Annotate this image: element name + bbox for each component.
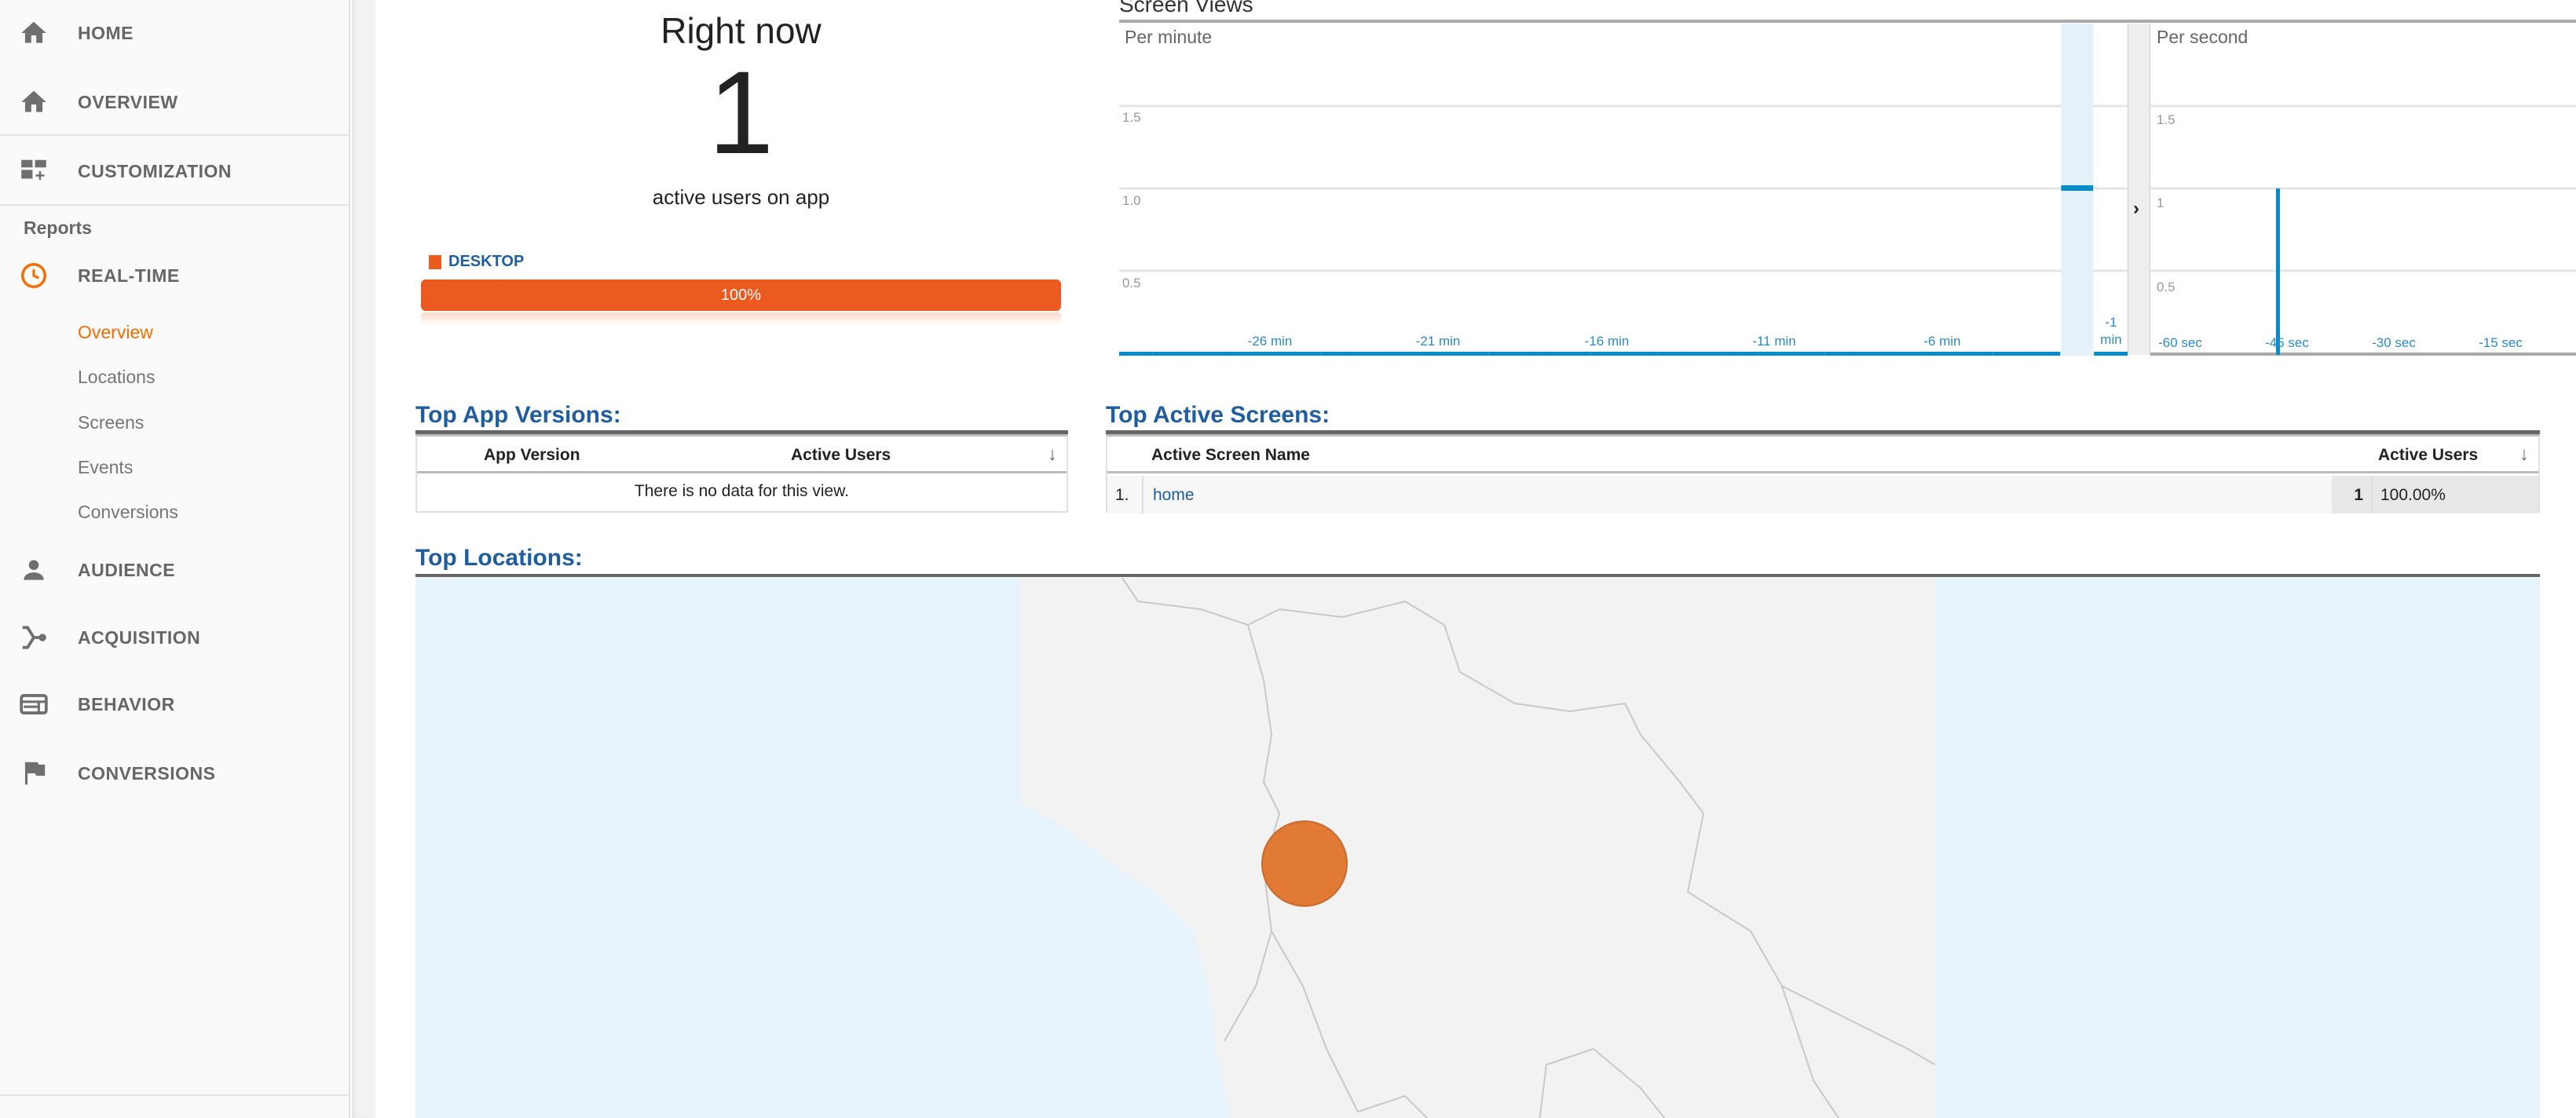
table-header: App Version Active Users ↓ — [417, 437, 1067, 473]
x-tick: -16 min — [1584, 334, 1630, 349]
y-tick: 0.5 — [2157, 280, 2175, 294]
bar — [2094, 352, 2128, 356]
nav-realtime-events[interactable]: Events — [78, 457, 133, 478]
bar — [1824, 352, 1859, 356]
chevron-right-icon: › — [2133, 198, 2139, 219]
bar — [1320, 352, 1355, 356]
nav-label: CONVERSIONS — [78, 762, 216, 784]
person-icon — [24, 560, 44, 580]
section-rule — [415, 574, 2540, 577]
bar — [1724, 352, 1758, 356]
active-screens-title: Top Active Screens: — [1106, 402, 1330, 428]
y-tick: 1 — [2157, 195, 2164, 210]
bar — [1522, 352, 1557, 356]
bar — [1690, 352, 1725, 356]
column-header-active-users[interactable]: Active Users — [2378, 446, 2478, 465]
bar — [1858, 352, 1893, 356]
x-tick: -1 min — [2100, 315, 2122, 347]
x-tick: -6 min — [1923, 334, 1961, 349]
bar — [1959, 352, 1993, 356]
nav-conversions[interactable]: CONVERSIONS — [0, 750, 350, 797]
bar — [1186, 352, 1220, 356]
bar — [1791, 352, 1825, 356]
bar — [1287, 352, 1321, 356]
app-versions-table: App Version Active Users ↓ There is no d… — [415, 434, 1068, 513]
expand-panel-toggle[interactable]: › — [2128, 24, 2150, 355]
x-tick: -11 min — [1752, 334, 1796, 349]
bar — [1354, 352, 1389, 356]
nav-audience[interactable]: AUDIENCE — [0, 546, 350, 594]
screen-name-link[interactable]: home — [1153, 486, 1195, 505]
nav-label: BEHAVIOR — [78, 693, 175, 714]
divider — [0, 1094, 350, 1096]
app-versions-title: Top App Versions: — [415, 402, 621, 428]
empty-message: There is no data for this view. — [634, 482, 850, 500]
location-marker[interactable] — [1261, 820, 1348, 907]
column-header-active-users[interactable]: Active Users — [791, 446, 891, 465]
locations-title: Top Locations: — [415, 545, 583, 571]
bar — [1455, 352, 1489, 356]
per-minute-label: Per minute — [1125, 27, 1213, 47]
nav-label: AUDIENCE — [78, 559, 176, 580]
active-users-percent: 100.00% — [2373, 476, 2538, 513]
bar — [1656, 352, 1691, 356]
column-header-screen-name[interactable]: Active Screen Name — [1151, 446, 1310, 465]
y-tick: 1.5 — [1122, 110, 1141, 125]
bar — [1152, 352, 1187, 356]
bar — [1422, 352, 1455, 356]
table-header: Active Screen Name Active Users ↓ — [1107, 437, 2538, 473]
bar — [1926, 352, 1959, 356]
column-header-app-version[interactable]: App Version — [484, 446, 580, 465]
sort-arrow-down-icon[interactable]: ↓ — [2519, 444, 2529, 466]
bar — [1253, 352, 1287, 356]
active-users-count: 1 — [2332, 476, 2373, 513]
bar — [1488, 352, 1523, 356]
bar — [1758, 352, 1791, 356]
bar-base — [2061, 352, 2094, 356]
bar — [1556, 352, 1590, 356]
nav-label: ACQUISITION — [78, 627, 201, 648]
active-screens-table: Active Screen Name Active Users ↓ 1. hom… — [1106, 434, 2540, 513]
x-tick: -15 sec — [2479, 335, 2523, 350]
y-tick: 1.0 — [1122, 193, 1141, 208]
locations-map[interactable] — [415, 578, 2540, 1118]
nav-acquisition[interactable]: ACQUISITION — [0, 614, 350, 661]
bar — [1388, 352, 1422, 356]
bar — [1623, 352, 1657, 356]
screen-views-chart — [1119, 24, 2576, 356]
nav-realtime-screens[interactable]: Screens — [78, 412, 144, 433]
nav-realtime-conversions[interactable]: Conversions — [78, 502, 178, 523]
nav-realtime-locations[interactable]: Locations — [78, 367, 155, 388]
bar — [1119, 352, 1153, 356]
x-tick: -26 min — [1247, 334, 1293, 349]
flag-icon — [24, 762, 46, 785]
bar — [2276, 188, 2280, 355]
bar — [1590, 352, 1623, 356]
row-index: 1. — [1107, 476, 1143, 513]
window-icon — [20, 694, 48, 714]
bar — [2061, 185, 2094, 191]
bar — [1892, 352, 1927, 356]
bar — [1992, 352, 2027, 356]
fork-icon — [22, 626, 46, 649]
nav-behavior[interactable]: BEHAVIOR — [0, 681, 350, 728]
bar — [2026, 352, 2061, 356]
x-tick: -21 min — [1415, 334, 1461, 349]
sort-arrow-down-icon[interactable]: ↓ — [1048, 444, 1057, 466]
x-tick: -45 sec — [2265, 335, 2309, 350]
y-tick: 0.5 — [1122, 276, 1141, 290]
bar — [1220, 352, 1254, 356]
per-second-label: Per second — [2157, 27, 2249, 47]
y-tick: 1.5 — [2157, 112, 2175, 127]
table-row: 1. home 1 100.00% — [1107, 476, 2538, 513]
x-tick: -30 sec — [2372, 335, 2416, 350]
x-tick: -60 sec — [2158, 335, 2202, 350]
